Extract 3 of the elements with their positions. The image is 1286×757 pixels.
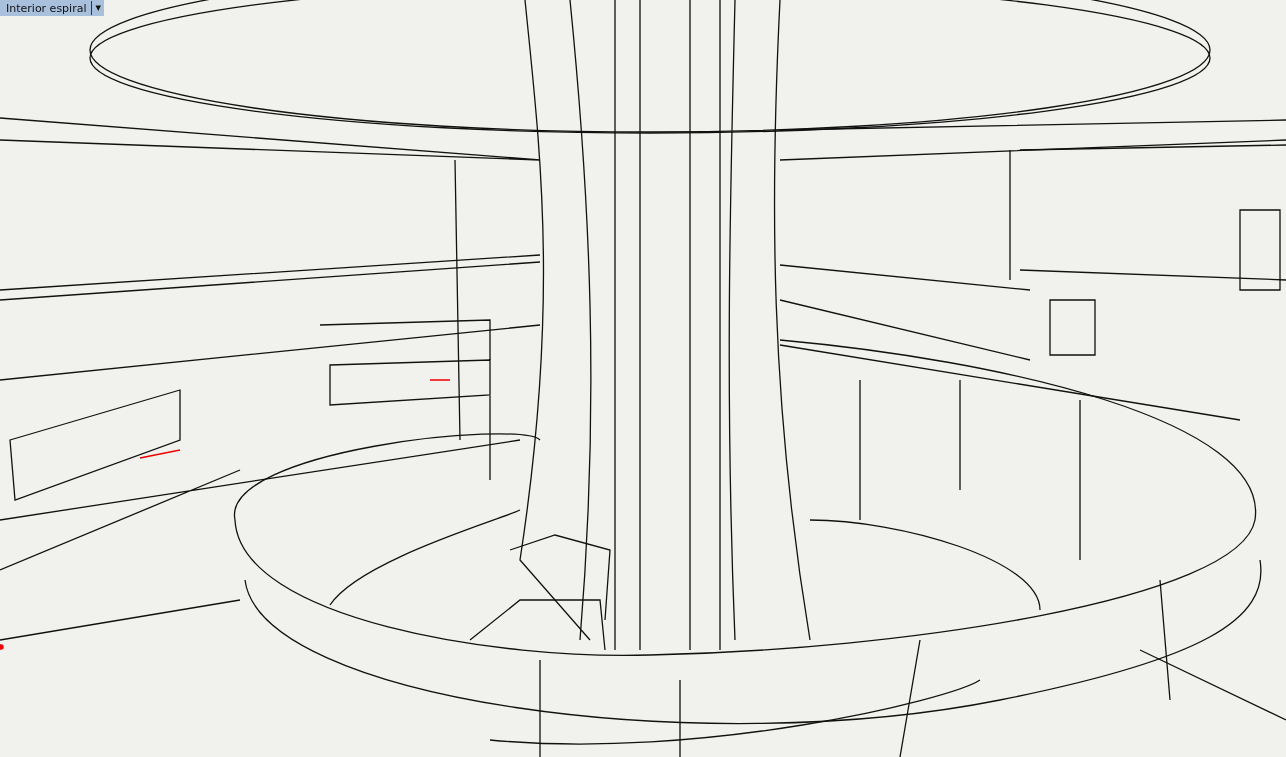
viewport-title: Interior espiral [5, 1, 88, 15]
viewport-menu-button[interactable]: ▾ [91, 1, 104, 15]
viewport-title-tab[interactable]: Interior espiral ▾ [0, 0, 104, 16]
